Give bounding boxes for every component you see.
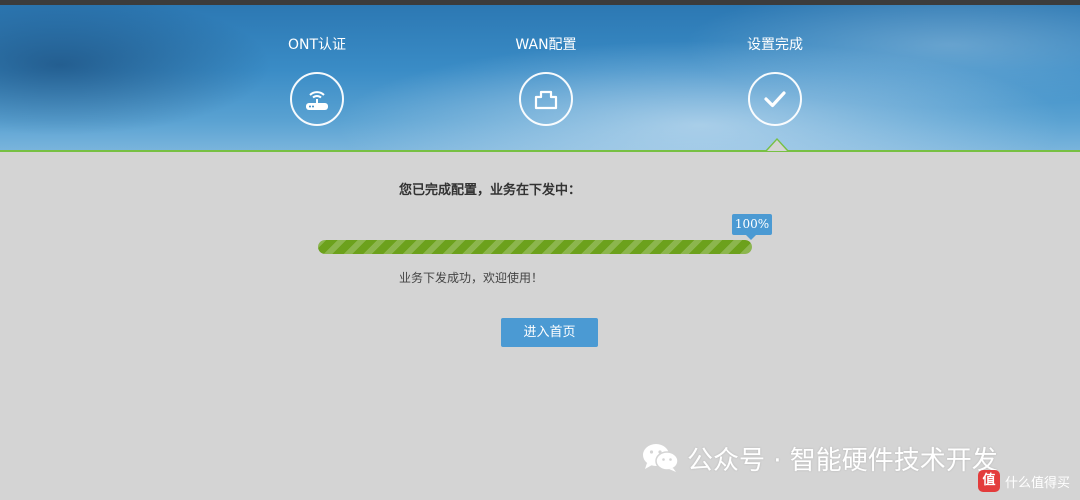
step-circle	[519, 72, 573, 126]
corner-logo: 值 什么值得买	[977, 470, 1070, 492]
status-message: 业务下发成功，欢迎使用！	[399, 271, 544, 285]
progress-percent-bubble: 100%	[732, 214, 772, 240]
step-label: ONT认证	[287, 37, 347, 53]
step-circle	[290, 72, 344, 126]
checkmark-icon	[764, 91, 786, 108]
step-setup-complete: 设置完成	[715, 35, 835, 126]
logo-badge: 值	[977, 470, 1000, 492]
banner-divider	[0, 150, 1080, 152]
page-title: 您已完成配置，业务在下发中：	[399, 183, 582, 198]
progress-fill	[318, 240, 752, 254]
step-ont-auth: ONT认证	[257, 35, 377, 126]
progress-bar	[318, 240, 752, 254]
wechat-icon	[643, 444, 679, 472]
step-circle	[748, 72, 802, 126]
watermark: 公众号 · 智能硬件技术开发	[641, 438, 998, 478]
step-wan-config: WAN配置	[486, 35, 606, 126]
step-label: WAN配置	[515, 37, 577, 53]
watermark-text: 公众号 · 智能硬件技术开发	[687, 445, 998, 476]
router-icon	[306, 91, 328, 110]
network-port-icon	[534, 90, 558, 110]
step-label: 设置完成	[747, 37, 803, 53]
active-step-pointer	[767, 140, 787, 151]
enter-home-button[interactable]: 进入首页	[501, 318, 598, 347]
logo-text: 什么值得买	[1004, 475, 1070, 491]
